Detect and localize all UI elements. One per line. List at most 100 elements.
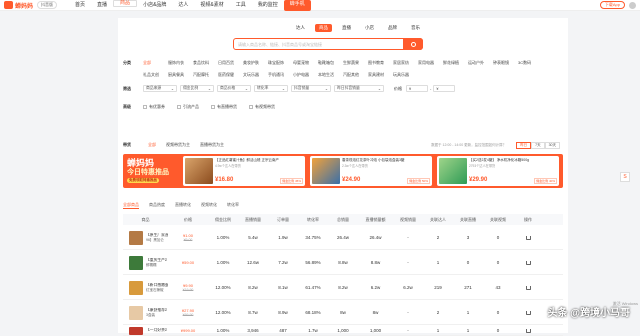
price-to-input[interactable]: ¥ xyxy=(433,85,455,92)
category-item[interactable]: 食品饮料 xyxy=(193,60,218,66)
search-tab-music[interactable]: 音乐 xyxy=(407,24,424,32)
category-item[interactable]: 美妆护肤 xyxy=(243,60,268,66)
period-yesterday[interactable]: 昨日 xyxy=(516,142,531,149)
search-tab-shop[interactable]: 小店 xyxy=(361,24,378,32)
category-item[interactable]: 玩具乐器 xyxy=(393,72,418,78)
cart-button[interactable] xyxy=(513,261,543,265)
nav-videos[interactable]: 视频&素材 xyxy=(194,0,229,11)
category-item[interactable]: 鞋靴箱包 xyxy=(318,60,343,66)
col-commission[interactable]: 佣金比例 xyxy=(208,217,238,223)
col-orders[interactable]: 订单量 xyxy=(268,217,298,223)
floating-helper-button[interactable]: S xyxy=(620,172,630,182)
promo-card[interactable]: 【正品红薯蜜汁鱼】鲜活山楂 正宗云南产 4.9w个达人在带货 ¥16.80 佣金… xyxy=(183,156,305,186)
nav-monitor[interactable]: 我的监控 xyxy=(252,0,284,11)
select-yesterday-sales[interactable]: 昨日抖音销量⌄ xyxy=(334,85,384,92)
category-item[interactable]: 礼品文创 xyxy=(143,72,168,78)
search-button[interactable] xyxy=(403,38,423,50)
nav-tools[interactable]: 工具 xyxy=(230,0,252,11)
category-item[interactable]: 3C数码 xyxy=(518,60,543,66)
banner-badge[interactable]: 免费领取特惠推品 xyxy=(127,178,159,183)
brand-logo[interactable]: 蝉妈妈 xyxy=(4,1,33,10)
search-input[interactable]: 请输入商品名称、链接、抖音商品号或淘宝链接 xyxy=(238,42,322,48)
table-row[interactable]: 【原生厂家直销】96】黑加仑 ¥1.00¥9.00 1.00% 5.4w 1.9… xyxy=(123,226,563,250)
col-conversion[interactable]: 转化率 xyxy=(298,217,328,223)
select-price[interactable]: 商品价格⌄ xyxy=(217,85,251,92)
search-box[interactable]: 请输入商品名称、链接、抖音商品号或淘宝链接 xyxy=(233,38,423,50)
tab-video[interactable]: 视频带货为主 xyxy=(161,142,195,148)
category-item[interactable]: 厨具餐具 xyxy=(168,72,193,78)
product-name[interactable]: 【一月好茶】 xyxy=(146,328,168,333)
cart-button[interactable] xyxy=(513,236,543,240)
category-item[interactable]: 鲜花绿植 xyxy=(443,60,468,66)
category-item[interactable]: 汽配摩托 xyxy=(193,72,218,78)
category-item[interactable]: 珠宝配饰 xyxy=(268,60,293,66)
checkbox-coupon[interactable]: 有优惠券 xyxy=(143,104,165,110)
select-commission[interactable]: 佣金比例⌄ xyxy=(180,85,214,92)
tab-live[interactable]: 直播带货为主 xyxy=(195,142,229,148)
category-item[interactable]: 日用百货 xyxy=(218,60,243,66)
version-switch[interactable]: 抖音版 xyxy=(37,1,57,9)
promo-banner[interactable]: 蝉妈妈 今日特惠推品 免费领取特惠推品 【正品红薯蜜汁鱼】鲜活山楂 正宗云南产 … xyxy=(123,154,563,188)
category-item[interactable]: 图书教育 xyxy=(368,60,393,66)
download-app-button[interactable]: 下载App xyxy=(600,1,625,9)
sort-tab[interactable]: 转化率 xyxy=(227,202,239,209)
category-item[interactable]: 母婴宠物 xyxy=(293,60,318,66)
nav-phone[interactable]: 蝉手机 xyxy=(284,0,311,11)
col-price[interactable]: 价格 xyxy=(168,217,208,223)
col-total[interactable]: 总销量 xyxy=(328,217,358,223)
sort-tab[interactable]: 视频转化 xyxy=(201,202,217,209)
tab-all[interactable]: 全部 xyxy=(143,142,161,148)
price-from-input[interactable]: ¥ xyxy=(406,85,428,92)
category-item[interactable]: 汽配其他 xyxy=(343,72,368,78)
col-authors[interactable]: 关联达人 xyxy=(423,217,453,223)
sort-tab[interactable]: 直播转化 xyxy=(175,202,191,209)
search-tab-influencer[interactable]: 达人 xyxy=(292,24,309,32)
nav-home[interactable]: 首页 xyxy=(69,0,91,11)
sort-tab[interactable]: 全部商品 xyxy=(123,202,139,209)
nav-live[interactable]: 直播 xyxy=(91,0,113,11)
category-item[interactable]: 小护电器 xyxy=(293,72,318,78)
col-video-sales[interactable]: 视频销量 xyxy=(393,217,423,223)
search-tab-live[interactable]: 直播 xyxy=(338,24,355,32)
promo-card[interactable]: 【买2送2发4罐】 净水机净化冰箱500g 2793个达人在带货 ¥29.90 … xyxy=(437,156,559,186)
category-item[interactable]: 本地生活 xyxy=(318,72,343,78)
avatar[interactable] xyxy=(629,2,636,9)
nav-products[interactable]: 商品 xyxy=(113,0,137,7)
search-tab-brand[interactable]: 品牌 xyxy=(384,24,401,32)
col-live-amount[interactable]: 直播销量额 xyxy=(358,217,393,223)
category-item[interactable]: 全部 xyxy=(143,60,168,66)
sort-tab[interactable]: 商品热度 xyxy=(149,202,165,209)
category-item[interactable]: 钟表眼镜 xyxy=(493,60,518,66)
select-sales[interactable]: 抖音销量⌄ xyxy=(291,85,331,92)
table-row[interactable]: 【新口感嫩蛋红宝石辣椒 ¥9.90¥19.90 12.00% 8.2w 8.1w… xyxy=(123,276,563,300)
period-30d[interactable]: 30天 xyxy=(545,142,560,149)
nav-shops[interactable]: 小店&品牌 xyxy=(137,0,172,11)
col-videos[interactable]: 关联视频 xyxy=(483,217,513,223)
cart-button[interactable] xyxy=(513,329,543,333)
category-item[interactable]: 家用电器 xyxy=(418,60,443,66)
category-item[interactable]: 生鲜蔬果 xyxy=(343,60,368,66)
table-row[interactable]: 【一月好茶】 ¥999.00 1.00% 3,946 487 1.7w 1,00… xyxy=(123,326,563,336)
period-7d[interactable]: 7天 xyxy=(531,142,544,149)
nav-influencers[interactable]: 达人 xyxy=(172,0,194,11)
checkbox-video[interactable]: 有视频带货 xyxy=(249,104,275,110)
col-live-sales[interactable]: 直播销量 xyxy=(238,217,268,223)
table-row[interactable]: 【康舒推荐】3盒装 ¥27.90¥69.90 12.00% 8.7w 8.9w … xyxy=(123,301,563,325)
search-tab-product[interactable]: 商品 xyxy=(315,24,332,32)
category-item[interactable]: 手机通讯 xyxy=(268,72,293,78)
select-source[interactable]: 商品来源⌄ xyxy=(143,85,177,92)
table-row[interactable]: 【重庆生产】鲜糯糯 ¥59.00 1.00% 12.6w 7.2w 56.89%… xyxy=(123,251,563,275)
select-conversion[interactable]: 转化率⌄ xyxy=(254,85,288,92)
checkbox-live[interactable]: 有直播带货 xyxy=(211,104,237,110)
checkbox-traffic[interactable]: 引流产品 xyxy=(177,104,199,110)
category-item[interactable]: 家居家纺 xyxy=(393,60,418,66)
promo-card[interactable]: 春茶现泡红花茶叶冲泡 小包袋泡盒装3罐 2.3w个达人在带货 ¥24.90 佣金… xyxy=(310,156,432,186)
category-item[interactable]: 服饰内衣 xyxy=(168,60,193,66)
category-item[interactable]: 运动户外 xyxy=(468,60,493,66)
category-item[interactable]: 家具建材 xyxy=(368,72,393,78)
category-item[interactable]: 文玩乐器 xyxy=(243,72,268,78)
cart-button[interactable] xyxy=(513,311,543,315)
col-lives[interactable]: 关联直播 xyxy=(453,217,483,223)
cart-button[interactable] xyxy=(513,286,543,290)
category-item[interactable]: 医药保健 xyxy=(218,72,243,78)
